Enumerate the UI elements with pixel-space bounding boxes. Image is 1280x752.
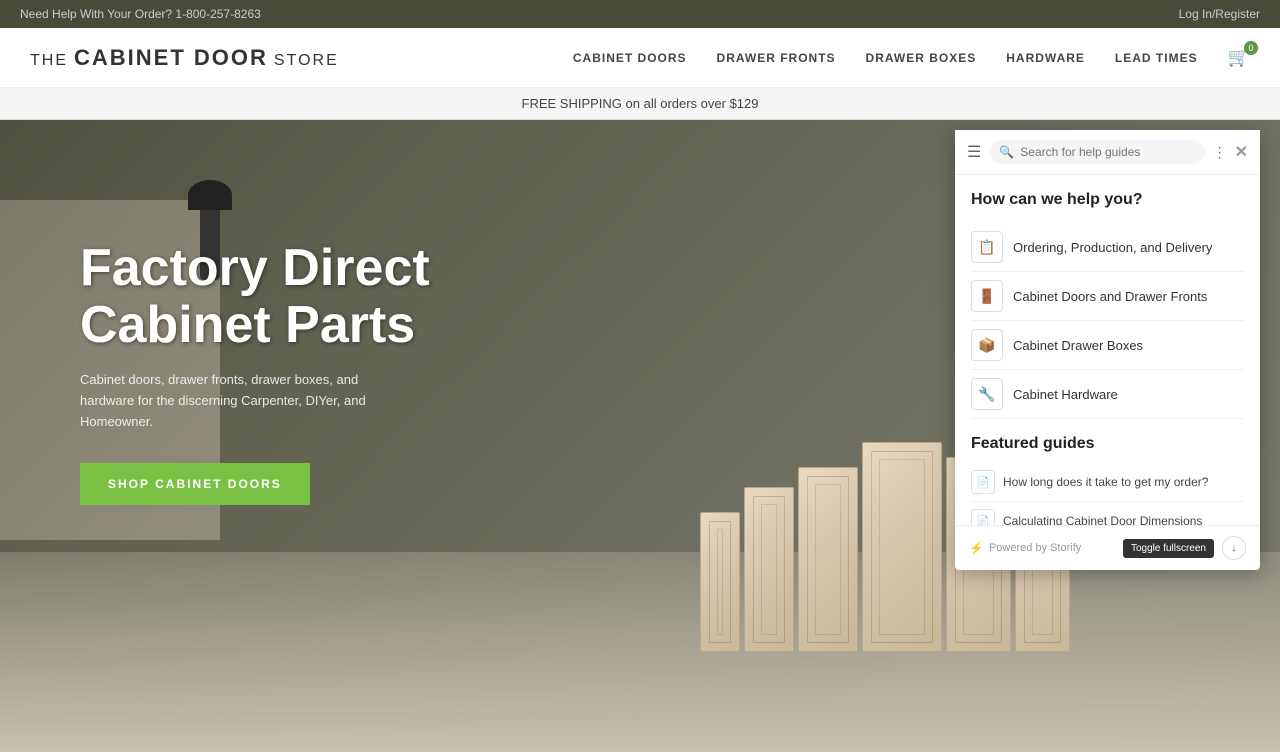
hardware-icon: 🔧 [971,378,1003,410]
powered-by-text: ⚡ Powered by Storify [969,541,1081,555]
help-category-drawer-boxes[interactable]: 📦 Cabinet Drawer Boxes [971,321,1244,370]
panel-close-button[interactable]: ✕ [1235,142,1248,162]
powered-by-label: Powered by Storify [989,542,1081,554]
cabinet-doors-label: Cabinet Doors and Drawer Fronts [1013,289,1207,304]
logo-prefix: The [30,52,68,69]
help-category-ordering[interactable]: 📋 Ordering, Production, and Delivery [971,223,1244,272]
nav-lead-times[interactable]: LEAD TIMES [1115,51,1198,65]
panel-options-icon[interactable]: ⋮ [1213,144,1227,161]
logo-brand: CABINET DOOR [74,45,268,70]
guide-dimensions[interactable]: 📄 Calculating Cabinet Door Dimensions [971,502,1244,525]
guide-icon-2: 📄 [971,509,995,525]
toggle-fullscreen-button[interactable]: Toggle fullscreen [1123,539,1214,558]
guide-icon-1: 📄 [971,470,995,494]
nav-cabinet-doors[interactable]: CABINET DOORS [573,51,687,65]
search-input[interactable] [1020,145,1194,159]
guide-order-time[interactable]: 📄 How long does it take to get my order? [971,463,1244,502]
door-panel-4 [862,442,942,652]
nav-hardware[interactable]: HARDWARE [1006,51,1085,65]
drawer-boxes-label: Cabinet Drawer Boxes [1013,338,1143,353]
cabinet-doors-icon: 🚪 [971,280,1003,312]
lamp-head-decor [188,180,232,210]
door-panel-3 [798,467,858,652]
hardware-label: Cabinet Hardware [1013,387,1118,402]
help-panel-body: How can we help you? 📋 Ordering, Product… [955,175,1260,525]
hero-title: Factory Direct Cabinet Parts [80,240,430,354]
panel-menu-icon[interactable]: ☰ [967,142,981,162]
search-icon: 🔍 [999,145,1014,159]
nav-drawer-fronts[interactable]: DRAWER FRONTS [717,51,836,65]
ordering-icon: 📋 [971,231,1003,263]
help-category-cabinet-doors[interactable]: 🚪 Cabinet Doors and Drawer Fronts [971,272,1244,321]
shop-cabinet-doors-button[interactable]: SHOP CABINET DOORS [80,463,310,505]
panel-action-icons: ⋮ ✕ [1213,142,1248,162]
help-panel-header: ☰ 🔍 ⋮ ✕ [955,130,1260,175]
panel-search-box: 🔍 [989,140,1204,164]
shipping-text: FREE SHIPPING on all orders over $129 [522,96,759,111]
help-panel: ☰ 🔍 ⋮ ✕ How can we help you? 📋 Ordering,… [955,130,1260,570]
cabinet-doors-image [700,432,980,652]
logo-suffix: Store [274,52,339,69]
nav-drawer-boxes[interactable]: DRAWER BOXES [866,51,977,65]
hero-title-line2: Cabinet Parts [80,296,415,354]
site-logo[interactable]: The CABINET DOOR Store [30,45,339,71]
featured-guides-section: Featured guides 📄 How long does it take … [971,435,1244,525]
site-header: The CABINET DOOR Store CABINET DOORS DRA… [0,28,1280,88]
guide-label-2: Calculating Cabinet Door Dimensions [1003,514,1202,525]
main-nav: CABINET DOORS DRAWER FRONTS DRAWER BOXES… [573,47,1250,68]
cart-button[interactable]: 🛒 0 [1228,47,1250,68]
hero-content: Factory Direct Cabinet Parts Cabinet doo… [80,240,430,505]
hero-section: Factory Direct Cabinet Parts Cabinet doo… [0,120,1280,752]
help-category-hardware[interactable]: 🔧 Cabinet Hardware [971,370,1244,419]
ordering-label: Ordering, Production, and Delivery [1013,240,1212,255]
cart-count: 0 [1244,41,1258,55]
hero-title-line1: Factory Direct [80,239,430,297]
door-panel-1 [700,512,740,652]
login-link[interactable]: Log In/Register [1179,7,1260,21]
kitchen-counter-decor [0,552,1280,752]
shipping-bar: FREE SHIPPING on all orders over $129 [0,88,1280,120]
help-phone-text: Need Help With Your Order? 1-800-257-826… [20,7,261,21]
collapse-panel-button[interactable]: ↓ [1222,536,1246,560]
panel-footer-actions: Toggle fullscreen ↓ [1123,536,1246,560]
guide-label-1: How long does it take to get my order? [1003,475,1208,489]
drawer-boxes-icon: 📦 [971,329,1003,361]
help-main-title: How can we help you? [971,191,1244,209]
storify-icon: ⚡ [969,541,984,555]
door-panel-2 [744,487,794,652]
help-panel-footer: ⚡ Powered by Storify Toggle fullscreen ↓ [955,525,1260,570]
top-bar: Need Help With Your Order? 1-800-257-826… [0,0,1280,28]
hero-subtitle: Cabinet doors, drawer fronts, drawer box… [80,370,400,432]
featured-guides-title: Featured guides [971,435,1244,453]
